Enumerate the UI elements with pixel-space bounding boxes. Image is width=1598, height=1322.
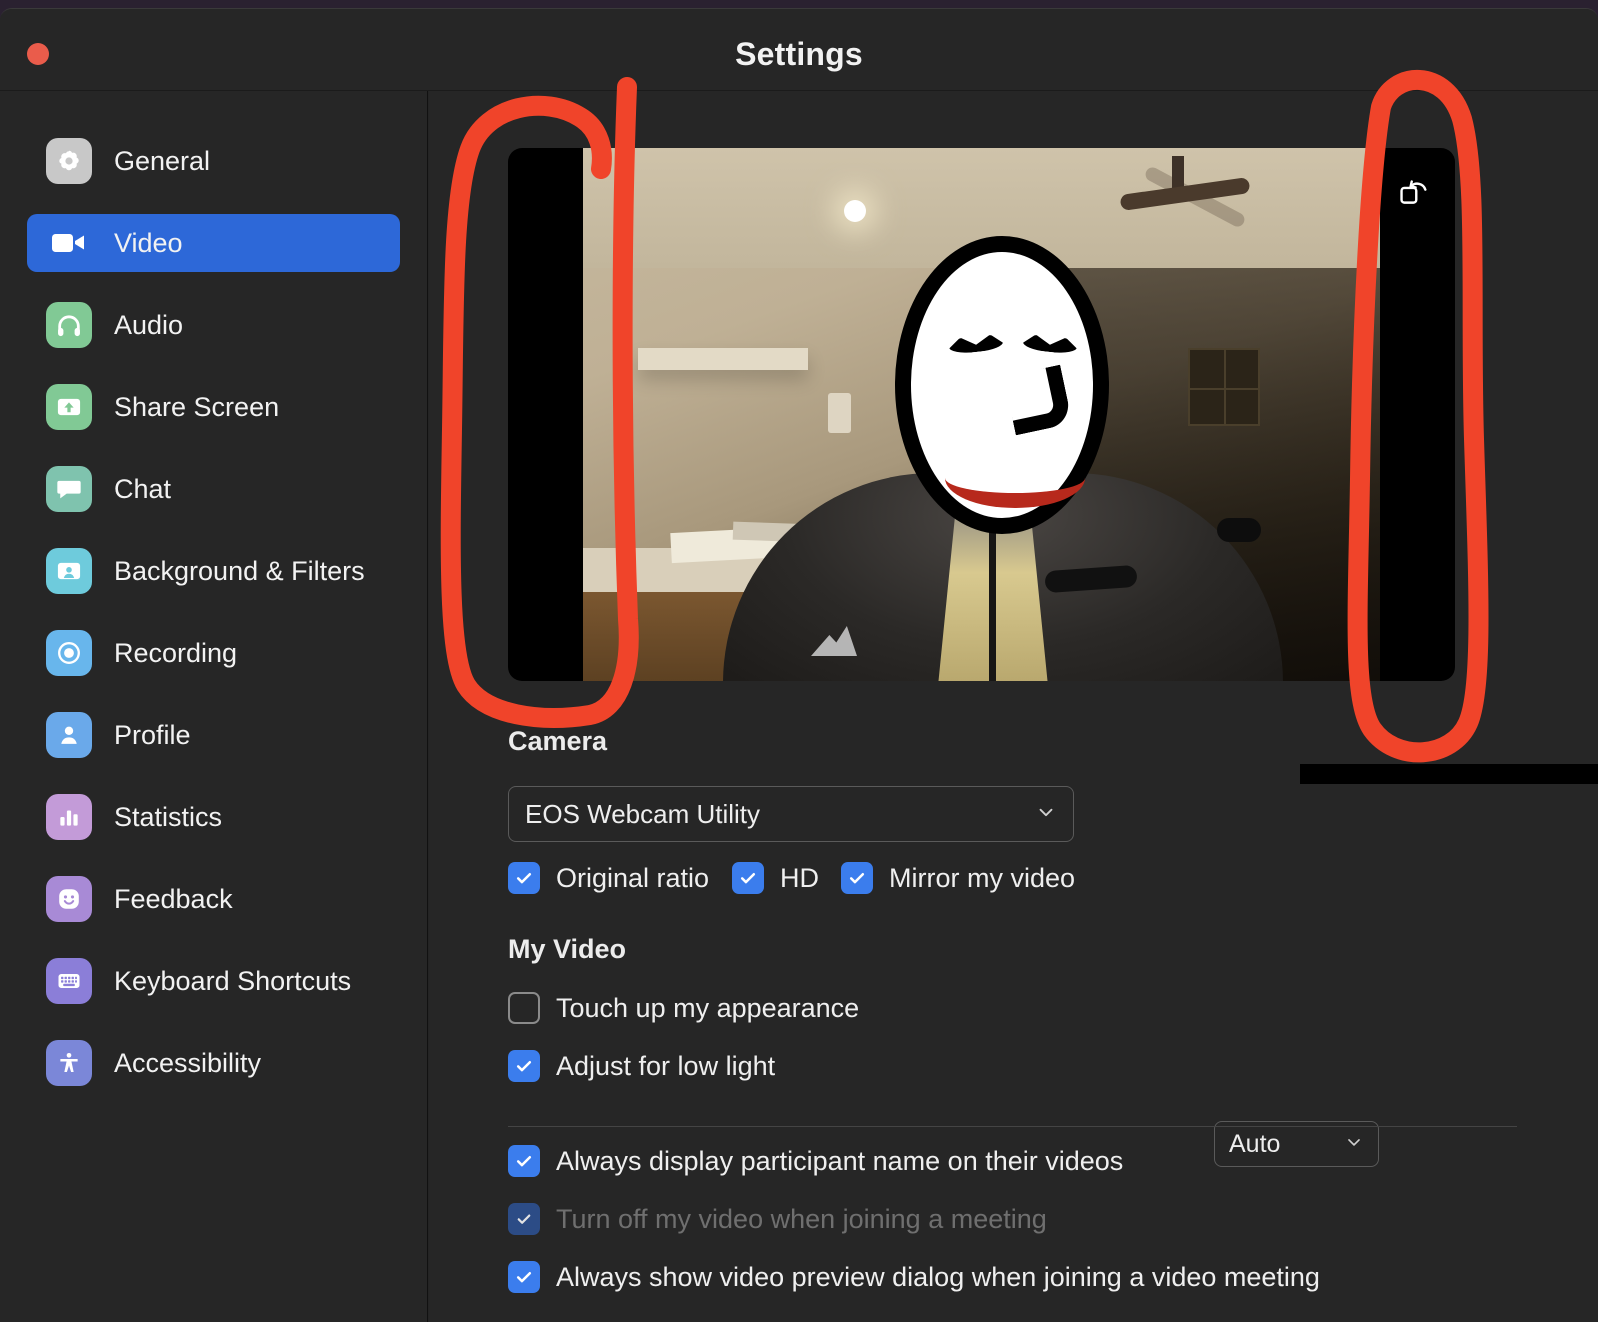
camera-select-value: EOS Webcam Utility <box>525 798 761 829</box>
sidebar-item-label: Keyboard Shortcuts <box>114 965 352 996</box>
ceiling-light <box>844 200 866 222</box>
video-icon <box>46 220 92 266</box>
checkbox-box[interactable] <box>508 862 540 894</box>
keyboard-icon <box>46 958 92 1004</box>
checkbox-label: Mirror my video <box>889 862 1076 893</box>
person-frame-icon <box>46 548 92 594</box>
ceiling-fan <box>1110 156 1260 230</box>
video-preview <box>508 148 1455 681</box>
drawn-eyebrow-left <box>948 333 1003 355</box>
sidebar-item-label: Chat <box>114 473 172 504</box>
checkbox-box[interactable] <box>841 862 873 894</box>
drawn-nose <box>1003 364 1073 436</box>
wall-shelf <box>638 348 808 370</box>
sidebar-item-label: Video <box>114 227 183 258</box>
sidebar-item-label: Statistics <box>114 801 223 832</box>
drawn-eyebrow-right <box>1022 333 1077 355</box>
sidebar-item-label: Recording <box>114 637 238 668</box>
sidebar-item-recording[interactable]: Recording <box>27 624 400 682</box>
checkbox-box[interactable] <box>508 1050 540 1082</box>
low-light-mode-value: Auto <box>1229 1129 1281 1158</box>
checkbox-box[interactable] <box>508 1145 540 1177</box>
chevron-down-icon <box>1344 1132 1364 1157</box>
sidebar-item-chat[interactable]: Chat <box>27 460 400 518</box>
page-title: Settings <box>735 36 863 72</box>
bar-chart-icon <box>46 794 92 840</box>
checkbox-label: Turn off my video when joining a meeting <box>556 1203 1047 1234</box>
sidebar-item-label: Feedback <box>114 883 233 914</box>
checkbox-label: Touch up my appearance <box>556 992 860 1023</box>
sidebar-item-label: General <box>114 145 211 176</box>
checkbox-touch-up-my-appearance[interactable]: Touch up my appearance <box>508 991 859 1025</box>
sidebar-item-label: Background & Filters <box>114 555 365 586</box>
settings-sidebar: General Video Audio Share Screen Chat Ba… <box>0 91 428 1322</box>
my-video-section-title: My Video <box>508 934 627 964</box>
checkbox-label: Adjust for low light <box>556 1050 776 1081</box>
checkbox-box[interactable] <box>508 1261 540 1293</box>
sidebar-item-profile[interactable]: Profile <box>27 706 400 764</box>
drawn-cartoon-face <box>895 236 1109 534</box>
checkbox-adjust-for-low-light[interactable]: Adjust for low light <box>508 1049 775 1083</box>
record-icon <box>46 630 92 676</box>
sidebar-item-general[interactable]: General <box>27 132 400 190</box>
sidebar-item-accessibility[interactable]: Accessibility <box>27 1034 400 1092</box>
sidebar-item-label: Audio <box>114 309 184 340</box>
light-switch <box>828 393 851 433</box>
checkbox-label: HD <box>780 862 819 893</box>
sidebar-item-audio[interactable]: Audio <box>27 296 400 354</box>
rotate-camera-icon[interactable] <box>1391 170 1437 216</box>
checkbox-box[interactable] <box>508 992 540 1024</box>
checkbox-box <box>508 1203 540 1235</box>
drawn-mouth <box>945 448 1085 508</box>
share-screen-icon <box>46 384 92 430</box>
smiley-icon <box>46 876 92 922</box>
checkbox-hd[interactable]: HD <box>732 861 819 895</box>
sidebar-item-label: Profile <box>114 719 191 750</box>
title-bar: Settings <box>0 9 1598 90</box>
checkbox-original-ratio[interactable]: Original ratio <box>508 861 709 895</box>
gear-icon <box>46 138 92 184</box>
camera-select[interactable]: EOS Webcam Utility <box>508 786 1074 842</box>
sidebar-item-video[interactable]: Video <box>27 214 400 272</box>
headphones-icon <box>46 302 92 348</box>
checkbox-always-display-participant-name[interactable]: Always display participant name on their… <box>508 1144 1123 1178</box>
sidebar-item-keyboard-shortcuts[interactable]: Keyboard Shortcuts <box>27 952 400 1010</box>
sidebar-item-share-screen[interactable]: Share Screen <box>27 378 400 436</box>
checkbox-turn-off-my-video-when-joining: Turn off my video when joining a meeting <box>508 1202 1047 1236</box>
checkbox-label: Always display participant name on their… <box>556 1145 1124 1176</box>
sidebar-item-label: Share Screen <box>114 391 280 422</box>
camera-feed-image <box>583 148 1380 681</box>
camera-section-title: Camera <box>508 726 608 756</box>
video-settings-panel: Camera EOS Webcam Utility Original ratio… <box>429 91 1598 1322</box>
checkbox-always-show-video-preview-dialog[interactable]: Always show video preview dialog when jo… <box>508 1260 1320 1294</box>
person-icon <box>46 712 92 758</box>
settings-window: Settings General Video Audio Share Scree… <box>0 8 1598 1322</box>
accessibility-icon <box>46 1040 92 1086</box>
checkbox-mirror-my-video[interactable]: Mirror my video <box>841 861 1075 895</box>
sidebar-item-label: Accessibility <box>114 1047 262 1078</box>
sidebar-item-feedback[interactable]: Feedback <box>27 870 400 928</box>
window-frame <box>1188 348 1260 426</box>
black-bar-artifact <box>1300 764 1598 784</box>
low-light-mode-select[interactable]: Auto <box>1214 1121 1379 1167</box>
checkbox-box[interactable] <box>732 862 764 894</box>
jacket-pocket <box>1217 518 1261 542</box>
section-divider <box>508 1126 1517 1127</box>
sidebar-item-statistics[interactable]: Statistics <box>27 788 400 846</box>
chevron-down-icon <box>1035 801 1057 828</box>
sidebar-item-background-filters[interactable]: Background & Filters <box>27 542 400 600</box>
chat-icon <box>46 466 92 512</box>
fan-blade <box>1143 164 1247 230</box>
checkbox-label: Always show video preview dialog when jo… <box>556 1261 1320 1292</box>
checkbox-label: Original ratio <box>556 862 710 893</box>
